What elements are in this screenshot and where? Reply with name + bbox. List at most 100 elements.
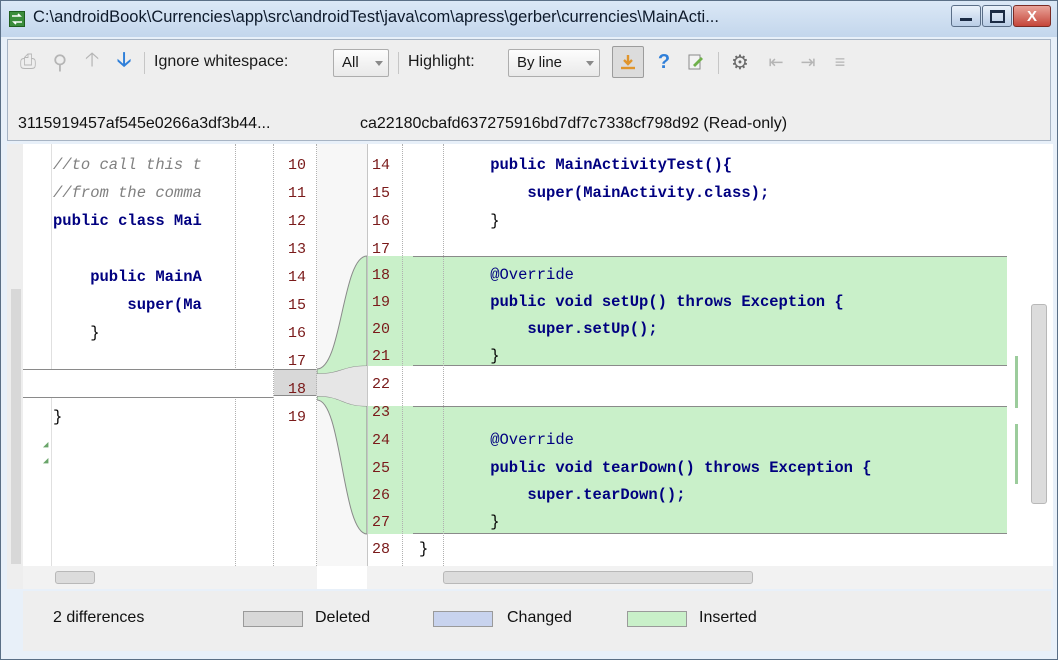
diff-window: C:\androidBook\Currencies\app\src\androi… [0, 0, 1058, 660]
toolbar-separator [144, 52, 145, 74]
left-editor[interactable]: //to call this t //from the comma public… [23, 144, 273, 566]
diff-toolbar: ⎙ ⚲ 🡡 🡣 Ignore whitespace: All Highlight… [7, 39, 1051, 141]
left-code-line: //from the comma [53, 184, 202, 202]
previous-difference-icon[interactable]: 🡡 [80, 49, 104, 74]
merge-left-icon[interactable]: ⇤ [764, 50, 788, 74]
title-bar[interactable]: C:\androidBook\Currencies\app\src\androi… [1, 1, 1057, 37]
right-horizontal-scrollbar[interactable] [367, 566, 1053, 589]
right-code-line: } [453, 347, 500, 365]
right-revision-label: ca22180cbafd637275916bd7df7c7338cf798d92… [360, 115, 788, 132]
line-number: 28 [372, 541, 391, 558]
line-number: 26 [372, 487, 391, 504]
line-number: 19 [372, 294, 391, 311]
maximize-icon [989, 9, 1005, 23]
change-stripe [1015, 424, 1018, 484]
line-number: 23 [372, 404, 391, 421]
vertical-scrollbar-thumb[interactable] [1031, 304, 1047, 504]
right-code-line: super.setUp(); [453, 320, 658, 338]
right-code-line: } [453, 212, 500, 230]
right-scroll-gutter[interactable] [1007, 144, 1053, 566]
deleted-legend-label: Deleted [315, 609, 371, 626]
line-number: 17 [372, 241, 391, 258]
line-number: 24 [372, 432, 391, 449]
highlight-value: By line [517, 54, 563, 71]
right-code-line: public MainActivityTest(){ [453, 156, 733, 174]
deleted-swatch [243, 611, 303, 627]
ignore-whitespace-value: All [342, 54, 359, 71]
diff-legend: 2 differences Deleted Changed Inserted [23, 591, 1051, 651]
left-horizontal-scrollbar[interactable] [23, 566, 317, 589]
right-code-line: } [419, 540, 429, 558]
scrollbar-thumb[interactable] [443, 571, 753, 584]
right-line-numbers: 14 15 16 17 18 19 20 21 22 23 24 25 26 2… [367, 144, 414, 566]
compare-icon[interactable]: ≡ [828, 50, 852, 74]
line-number: 19 [288, 409, 307, 426]
line-number: 12 [288, 213, 307, 230]
window-title: C:\androidBook\Currencies\app\src\androi… [33, 8, 719, 26]
minimize-button[interactable] [951, 5, 981, 27]
line-number: 18 [372, 267, 391, 284]
download-arrow-icon [621, 55, 635, 70]
toolbar-separator [718, 52, 719, 74]
chevron-down-icon [375, 61, 383, 66]
line-number: 15 [288, 297, 307, 314]
help-icon[interactable]: ? [652, 50, 676, 74]
right-code-line: super.tearDown(); [453, 486, 686, 504]
inserted-legend-label: Inserted [699, 609, 757, 626]
line-number: 11 [288, 185, 307, 202]
ignore-whitespace-label: Ignore whitespace: [154, 53, 289, 70]
apply-changes-button[interactable] [612, 46, 644, 78]
line-number: 14 [372, 157, 391, 174]
close-button[interactable]: X [1013, 5, 1051, 27]
line-number: 18 [288, 381, 307, 398]
diff-app-icon [9, 11, 25, 27]
line-number: 17 [288, 353, 307, 370]
right-code-line: } [453, 513, 500, 531]
fold-marker-icon: ◢ [43, 456, 49, 466]
left-code-line: } [53, 408, 63, 426]
find-icon[interactable]: ⚲ [48, 50, 72, 74]
gear-icon[interactable]: ⚙ [728, 50, 752, 74]
line-number: 25 [372, 460, 391, 477]
left-code-line: } [53, 324, 100, 342]
right-code-line: @Override [453, 266, 574, 284]
right-code-line: public void setUp() throws Exception { [453, 293, 844, 311]
line-number: 20 [372, 321, 391, 338]
right-editor[interactable]: public MainActivityTest(){ super(MainAct… [413, 144, 1007, 566]
scrollbar-thumb[interactable] [55, 571, 95, 584]
deleted-range-marker [23, 369, 273, 398]
line-number: 13 [288, 241, 307, 258]
line-number: 16 [288, 325, 307, 342]
toolbar-separator [398, 52, 399, 74]
diff-editors: //to call this t //from the comma public… [23, 144, 1053, 589]
maximize-button[interactable] [982, 5, 1012, 27]
differences-count: 2 differences [53, 609, 145, 626]
left-outer-gutter [7, 144, 23, 589]
ignore-whitespace-select[interactable]: All [333, 49, 389, 77]
line-number: 16 [372, 213, 391, 230]
merge-right-icon[interactable]: ⇥ [796, 50, 820, 74]
fold-marker-icon: ◢ [43, 440, 49, 450]
left-line-numbers: 10 11 12 13 14 15 16 17 18 19 [273, 144, 318, 566]
changed-legend-label: Changed [507, 609, 572, 626]
line-number: 22 [372, 376, 391, 393]
line-number: 10 [288, 157, 307, 174]
line-number: 14 [288, 269, 307, 286]
highlight-select[interactable]: By line [508, 49, 600, 77]
edit-source-icon[interactable] [684, 50, 708, 74]
right-code-line: @Override [453, 431, 574, 449]
inserted-swatch [627, 611, 687, 627]
left-revision-label: 3115919457af545e0266a3df3b44... [18, 115, 271, 132]
next-difference-icon[interactable]: 🡣 [112, 49, 136, 74]
copy-icon[interactable]: ⎙ [16, 50, 40, 74]
changed-swatch [433, 611, 493, 627]
chevron-down-icon [586, 61, 594, 66]
left-code-line: //to call this t [53, 156, 202, 174]
right-code-line: super(MainActivity.class); [453, 184, 770, 202]
change-stripe [1015, 356, 1018, 408]
right-code-line: public void tearDown() throws Exception … [453, 459, 872, 477]
left-code-line: super(Ma [53, 296, 202, 314]
line-number: 21 [372, 348, 391, 365]
diff-connector [317, 144, 367, 566]
left-code-line: public class Mai [53, 212, 202, 230]
